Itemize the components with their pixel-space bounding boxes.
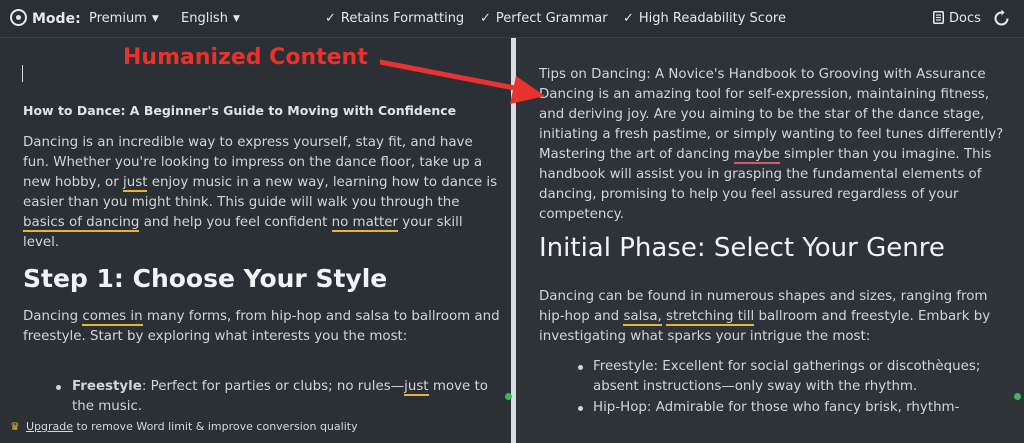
- suggestion-underline[interactable]: just: [123, 175, 148, 192]
- annotation-label: Humanized Content: [123, 45, 368, 70]
- section-paragraph: Dancing comes in many forms, from hip-ho…: [23, 309, 500, 344]
- suggestion-underline[interactable]: stretching till: [666, 309, 755, 326]
- feature-retains-formatting: ✓ Retains Formatting: [325, 10, 464, 27]
- suggestion-underline[interactable]: salsa,: [623, 309, 662, 326]
- check-icon: ✓: [480, 11, 491, 26]
- mode-dropdown[interactable]: Premium ▼: [89, 10, 159, 28]
- list-item: Freestyle: Perfect for parties or clubs;…: [72, 379, 488, 414]
- output-intro-paragraph: Tips on Dancing: A Novice's Handbook to …: [539, 67, 1004, 222]
- suggestion-underline[interactable]: basics of dancing: [23, 215, 140, 232]
- suggestion-underline[interactable]: no matter: [331, 215, 399, 232]
- output-section-paragraph: Dancing can be found in numerous shapes …: [539, 289, 991, 344]
- status-indicator-dot: [505, 393, 512, 400]
- feature-label: Retains Formatting: [340, 11, 465, 26]
- text-cursor: [22, 65, 23, 82]
- document-icon: [933, 11, 944, 24]
- docs-label: Docs: [949, 11, 981, 26]
- bullet-icon: [578, 365, 583, 370]
- docs-button[interactable]: Docs: [933, 10, 981, 27]
- mode-value: Premium: [89, 11, 147, 26]
- top-toolbar: Mode: Premium ▼ English ▼ ✓ Retains Formatt…: [0, 0, 1024, 38]
- refresh-icon: [994, 9, 1009, 26]
- feature-high-readability: ✓ High Readability Score: [623, 10, 786, 27]
- suggestion-underline[interactable]: maybe: [733, 147, 780, 164]
- intro-paragraph: Dancing is an incredible way to express …: [23, 135, 498, 250]
- upgrade-message: Upgrade to remove Word limit & improve c…: [26, 420, 358, 433]
- list-item: Hip-Hop: Admirable for those who fancy b…: [593, 400, 960, 415]
- mode-selector[interactable]: Mode:: [10, 9, 81, 28]
- check-icon: ✓: [623, 11, 634, 26]
- suggestion-underline[interactable]: comes in: [82, 309, 143, 326]
- chevron-down-icon: ▼: [151, 14, 159, 24]
- feature-label: High Readability Score: [638, 11, 786, 26]
- check-icon: ✓: [325, 11, 336, 26]
- bullet-icon: [578, 406, 583, 411]
- mode-label: Mode:: [32, 11, 81, 27]
- refresh-button[interactable]: [993, 9, 1010, 32]
- feature-label: Perfect Grammar: [495, 11, 608, 26]
- chevron-down-icon: ▼: [232, 14, 240, 24]
- language-dropdown[interactable]: English ▼: [181, 10, 240, 28]
- suggestion-underline[interactable]: just: [404, 379, 429, 396]
- status-indicator-dot: [1014, 393, 1021, 400]
- upgrade-link[interactable]: Upgrade: [26, 420, 73, 433]
- list-item: Freestyle: Excellent for social gatherin…: [593, 359, 981, 394]
- upgrade-banner: ♛ Upgrade to remove Word limit & improve…: [0, 414, 511, 443]
- output-section-heading: Initial Phase: Select Your Genre: [539, 233, 945, 263]
- mode-gear-icon: [10, 9, 27, 26]
- feature-perfect-grammar: ✓ Perfect Grammar: [480, 10, 608, 27]
- humanized-text-pane[interactable]: Tips on Dancing: A Novice's Handbook to …: [516, 39, 1024, 443]
- bullet-icon: [56, 385, 61, 390]
- annotation-arrow-icon: [380, 59, 545, 104]
- crown-icon: ♛: [10, 420, 20, 433]
- language-value: English: [181, 11, 228, 26]
- section-heading: Step 1: Choose Your Style: [23, 264, 388, 293]
